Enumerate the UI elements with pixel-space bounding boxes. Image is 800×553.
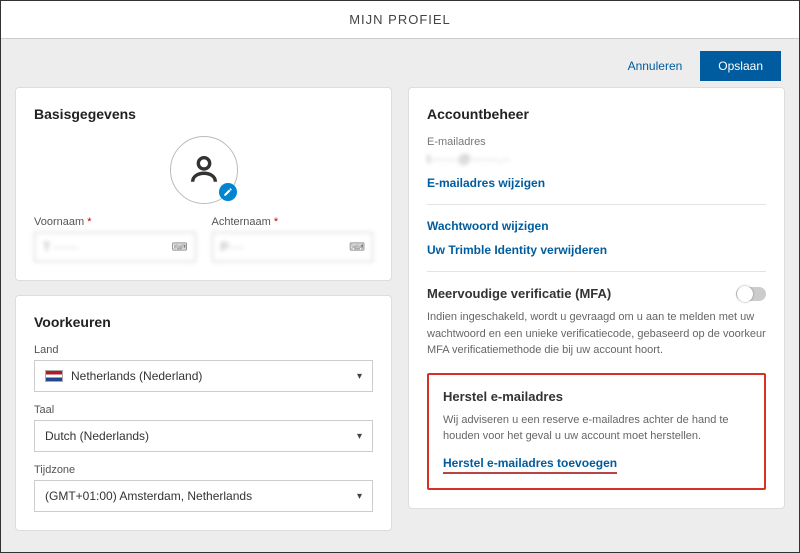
country-select[interactable]: Netherlands (Nederland) ▾: [34, 360, 373, 392]
actions-row: Annuleren Opslaan: [1, 39, 799, 87]
preferences-heading: Voorkeuren: [34, 314, 373, 330]
cancel-link[interactable]: Annuleren: [628, 59, 683, 73]
language-value: Dutch (Nederlands): [45, 429, 149, 443]
divider: [427, 204, 766, 205]
delete-identity-link[interactable]: Uw Trimble Identity verwijderen: [427, 243, 766, 257]
mfa-desc: Indien ingeschakeld, wordt u gevraagd om…: [427, 309, 766, 359]
recovery-email-section: Herstel e-mailadres Wij adviseren u een …: [427, 373, 766, 490]
mfa-title: Meervoudige verificatie (MFA): [427, 286, 611, 301]
timezone-value: (GMT+01:00) Amsterdam, Netherlands: [45, 489, 252, 503]
country-value: Netherlands (Nederland): [71, 369, 202, 383]
user-icon: [187, 152, 221, 189]
email-value: t·······@·······.··: [427, 152, 766, 166]
country-label: Land: [34, 344, 373, 356]
account-card: Accountbeheer E-mailadres t·······@·····…: [408, 87, 785, 509]
avatar[interactable]: [170, 136, 238, 204]
account-heading: Accountbeheer: [427, 106, 766, 122]
preferences-card: Voorkeuren Land Netherlands (Nederland) …: [15, 295, 392, 531]
add-recovery-email-link[interactable]: Herstel e-mailadres toevoegen: [443, 456, 617, 474]
keyboard-icon: ⌨: [172, 241, 188, 254]
chevron-down-icon: ▾: [357, 371, 362, 382]
mfa-toggle[interactable]: [736, 287, 766, 301]
change-email-link[interactable]: E-mailadres wijzigen: [427, 176, 766, 190]
save-button[interactable]: Opslaan: [700, 51, 781, 81]
flag-nl-icon: [45, 370, 63, 382]
firstname-label: Voornaam *: [34, 216, 196, 228]
timezone-select[interactable]: (GMT+01:00) Amsterdam, Netherlands ▾: [34, 480, 373, 512]
edit-avatar-icon[interactable]: [219, 183, 237, 201]
chevron-down-icon: ▾: [357, 431, 362, 442]
language-label: Taal: [34, 404, 373, 416]
basics-heading: Basisgegevens: [34, 106, 373, 122]
chevron-down-icon: ▾: [357, 491, 362, 502]
language-select[interactable]: Dutch (Nederlands) ▾: [34, 420, 373, 452]
page-header: MIJN PROFIEL: [1, 1, 799, 39]
email-label: E-mailadres: [427, 136, 766, 148]
lastname-label: Achternaam *: [212, 216, 374, 228]
keyboard-icon: ⌨: [349, 241, 365, 254]
recovery-desc: Wij adviseren u een reserve e-mailadres …: [443, 412, 750, 445]
divider: [427, 271, 766, 272]
change-password-link[interactable]: Wachtwoord wijzigen: [427, 219, 766, 233]
recovery-title: Herstel e-mailadres: [443, 389, 750, 404]
timezone-label: Tijdzone: [34, 464, 373, 476]
page-title: MIJN PROFIEL: [349, 12, 451, 27]
basics-card: Basisgegevens Voornaam *: [15, 87, 392, 281]
